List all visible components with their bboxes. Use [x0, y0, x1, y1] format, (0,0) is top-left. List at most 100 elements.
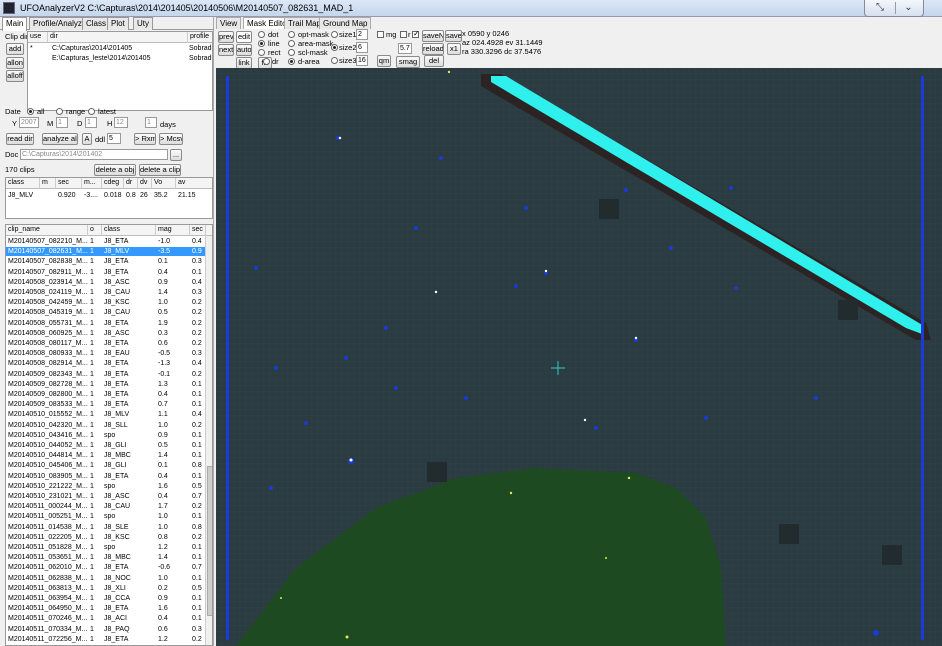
table-row[interactable]: M20140510_083905_M... 1 J8_ETA 0.4 0.1 — [6, 472, 205, 481]
smag-button[interactable]: smag — [396, 56, 420, 68]
reload-button[interactable]: reload — [422, 43, 444, 55]
tab-plot[interactable]: Plot — [107, 17, 129, 30]
table-row[interactable]: M20140511_070246_M... 1 J8_ACI 0.4 0.1 — [6, 614, 205, 623]
tab-view[interactable]: View — [216, 17, 242, 29]
table-row[interactable]: M20140511_000244_M... 1 J8_CAU 1.7 0.2 — [6, 502, 205, 511]
mcsv-button[interactable]: > Mcsv — [159, 133, 183, 145]
a-button[interactable]: A — [82, 133, 92, 145]
size1-input[interactable]: 2 — [356, 29, 368, 40]
tab-ground-map[interactable]: Ground Map — [319, 17, 372, 29]
save-button[interactable]: save — [445, 30, 462, 42]
x1-button[interactable]: x1 — [447, 43, 461, 55]
table-row[interactable]: M20140511_022205_M... 1 J8_KSC 0.8 0.2 — [6, 533, 205, 542]
table-row[interactable]: M20140511_005251_M... 1 spo 1.0 0.1 — [6, 512, 205, 521]
clip-list-scrollbar[interactable] — [205, 236, 212, 645]
table-row[interactable]: M20140509_083533_M... 1 J8_ETA 0.7 0.1 — [6, 400, 205, 409]
mode-dot-radio[interactable] — [258, 31, 265, 38]
mg-checkbox[interactable] — [377, 31, 384, 38]
size2-radio[interactable] — [331, 44, 338, 51]
table-row[interactable]: M20140511_063954_M... 1 J8_CCA 0.9 0.1 — [6, 594, 205, 603]
table-row[interactable]: M20140507_082838_M... 1 J8_ETA 0.1 0.3 — [6, 257, 205, 266]
col-use[interactable]: use — [28, 32, 48, 43]
mode-rect-radio[interactable] — [258, 49, 265, 56]
edit-button[interactable]: edit — [236, 31, 252, 43]
chevron-down-icon[interactable]: ⌄ — [895, 2, 921, 14]
table-row[interactable]: M20140507_082911_M... 1 J8_ETA 0.4 0.1 — [6, 268, 205, 277]
table-row[interactable]: M20140508_082914_M... 1 J8_ETA -1.3 0.4 — [6, 359, 205, 368]
analyze-all-button[interactable]: analyze all — [42, 133, 78, 145]
table-row[interactable]: M20140510_045406_M... 1 J8_GLI 0.1 0.8 — [6, 461, 205, 470]
table-row[interactable]: M20140511_051828_M... 1 spo 1.2 0.1 — [6, 543, 205, 552]
month-input[interactable]: 1 — [56, 117, 68, 128]
table-row[interactable]: M20140511_070334_M... 1 J8_PAQ 0.6 0.3 — [6, 625, 205, 634]
option-checkbox[interactable] — [412, 29, 420, 38]
col-av[interactable]: av — [176, 178, 212, 189]
rxml-button[interactable]: > Rxml — [134, 133, 156, 145]
mask-area-radio[interactable] — [288, 40, 295, 47]
table-row[interactable]: M20140509_082343_M... 1 J8_ETA -0.1 0.2 — [6, 370, 205, 379]
table-row[interactable]: M20140508_080117_M... 1 J8_ETA 0.6 0.2 — [6, 339, 205, 348]
clip-list-scroll-thumb[interactable] — [207, 466, 212, 616]
hour-input[interactable]: 12 — [114, 117, 128, 128]
prev-button[interactable]: prev — [218, 31, 234, 43]
mode-line-radio[interactable] — [258, 40, 265, 47]
delete-obj-button[interactable]: delete a obj — [94, 164, 136, 176]
year-input[interactable]: 2007 — [19, 117, 39, 128]
table-row[interactable]: M20140507_082210_M... 1 J8_ETA -1.0 0.4 — [6, 237, 205, 246]
add-button[interactable]: add — [6, 43, 24, 55]
table-row[interactable]: M20140511_072256_M... 1 J8_ETA 1.2 0.2 — [6, 635, 205, 644]
tab-uty[interactable]: Uty — [133, 17, 153, 30]
size1-radio[interactable] — [331, 31, 338, 38]
doc-browse-button[interactable]: ... — [170, 149, 182, 161]
table-row[interactable]: M20140508_023914_M... 1 J8_ASC 0.9 0.4 — [6, 278, 205, 287]
allon-button[interactable]: allon — [6, 57, 24, 69]
qm-button[interactable]: qm — [377, 55, 391, 67]
mask-darea-radio[interactable] — [288, 58, 295, 65]
table-row[interactable]: M20140508_024119_M... 1 J8_CAU 1.4 0.3 — [6, 288, 205, 297]
table-row[interactable]: M20140510_044814_M... 1 J8_MBC 1.4 0.1 — [6, 451, 205, 460]
ddl-input[interactable]: 5 — [107, 133, 121, 144]
size3-input[interactable]: 16 — [356, 55, 368, 66]
table-row[interactable]: M20140510_043416_M... 1 spo 0.9 0.1 — [6, 431, 205, 440]
col-o[interactable]: o — [88, 225, 102, 236]
table-row[interactable]: M20140507_082631_M... 1 J8_MLV -3.5 0.9 — [6, 247, 205, 257]
table-row[interactable]: M20140508_055731_M... 1 J8_ETA 1.9 0.2 — [6, 319, 205, 328]
auto-button[interactable]: auto — [236, 44, 252, 56]
next-button[interactable]: next — [218, 44, 234, 56]
alloff-button[interactable]: alloff — [6, 70, 24, 82]
day-input[interactable]: 1 — [85, 117, 97, 128]
table-row[interactable]: M20140510_221222_M... 1 spo 1.6 0.5 — [6, 482, 205, 491]
col-mag[interactable]: m... — [82, 178, 102, 189]
col-clip-name[interactable]: clip_name — [6, 225, 88, 236]
date-all-radio[interactable] — [27, 108, 34, 115]
restore-icon[interactable]: ⤡ — [867, 2, 893, 14]
table-row[interactable]: M20140508_060925_M... 1 J8_ASC 0.3 0.2 — [6, 329, 205, 338]
col-m[interactable]: m — [40, 178, 56, 189]
tab-main[interactable]: Main — [2, 17, 28, 31]
table-row[interactable]: M20140510_044052_M... 1 J8_GLI 0.5 0.1 — [6, 441, 205, 450]
col-mag[interactable]: mag — [156, 225, 190, 236]
read-dir-button[interactable]: read dir — [6, 133, 34, 145]
table-row[interactable]: M20140511_053651_M... 1 J8_MBC 1.4 0.1 — [6, 553, 205, 562]
size3-radio[interactable] — [331, 57, 338, 64]
col-dr[interactable]: dr — [124, 178, 138, 189]
table-row[interactable]: M20140511_064950_M... 1 J8_ETA 1.6 0.1 — [6, 604, 205, 613]
table-row[interactable]: M20140511_063813_M... 1 J8_XLI 0.2 0.5 — [6, 584, 205, 593]
mask-scl-radio[interactable] — [288, 49, 295, 56]
table-row[interactable]: M20140510_015552_M... 1 J8_MLV 1.1 0.4 — [6, 410, 205, 419]
saveN-button[interactable]: saveN — [422, 30, 444, 42]
table-row[interactable]: M20140510_042320_M... 1 J8_SLL 1.0 0.2 — [6, 421, 205, 430]
size2-input[interactable]: 6 — [356, 42, 368, 53]
col-sec[interactable]: sec — [56, 178, 82, 189]
date-range-radio[interactable] — [56, 108, 63, 115]
date-latest-radio[interactable] — [88, 108, 95, 115]
tab-class[interactable]: Class — [82, 17, 111, 30]
col-sec[interactable]: sec — [190, 225, 206, 236]
mask-opt-radio[interactable] — [288, 31, 295, 38]
col-dir[interactable]: dir — [48, 32, 188, 43]
col-cdeg[interactable]: cdeg — [102, 178, 124, 189]
doc-path-input[interactable]: C:\Capturas\2014\201402 — [20, 149, 168, 160]
object-row[interactable]: J8_MLV 0.920 -3.... 0.018 0.8 26 35.2 21… — [6, 191, 212, 200]
mode-dr-radio[interactable] — [263, 58, 270, 65]
table-row[interactable]: M20140508_042459_M... 1 J8_KSC 1.0 0.2 — [6, 298, 205, 307]
